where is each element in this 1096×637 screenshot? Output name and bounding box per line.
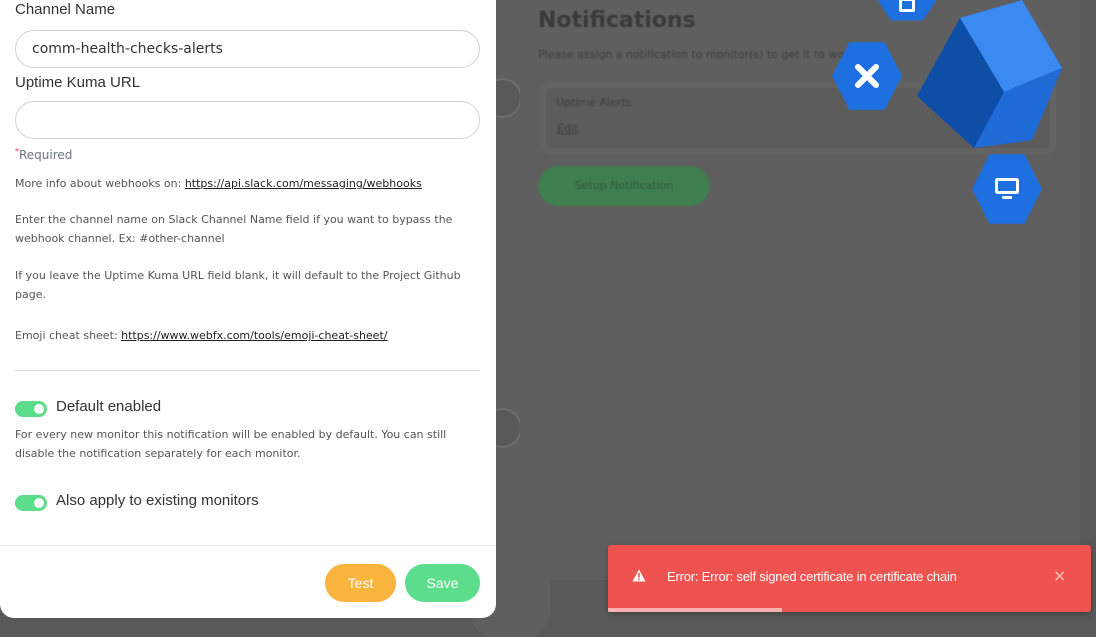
error-toast[interactable]: Error: Error: self signed certificate in… — [608, 545, 1091, 612]
footer-divider — [0, 545, 496, 546]
emoji-cheat-sheet-link[interactable]: https://www.webfx.com/tools/emoji-cheat-… — [121, 329, 387, 342]
channel-name-label: Channel Name — [15, 1, 116, 18]
url-hint-text: If you leave the Uptime Kuma URL field b… — [15, 269, 461, 301]
emoji-info-text: Emoji cheat sheet: — [15, 329, 122, 342]
uptime-kuma-url-label: Uptime Kuma URL — [15, 74, 141, 91]
monitor-icon — [995, 178, 1019, 199]
emoji-info: Emoji cheat sheet: https://www.webfx.com… — [15, 326, 483, 345]
close-icon — [855, 64, 879, 88]
default-enabled-help: For every new monitor this notification … — [15, 428, 447, 460]
uptime-kuma-url-input[interactable] — [15, 101, 480, 139]
background-page-title: Notifications — [538, 8, 696, 33]
required-note: *Required — [15, 147, 72, 162]
warning-icon — [632, 569, 646, 582]
background-edit-link: Edit — [557, 122, 579, 135]
notification-setup-dialog: Channel Name Uptime Kuma URL *Required M… — [0, 0, 496, 618]
webhook-info-text: More info about webhooks on: — [15, 177, 185, 190]
toast-message: Error: Error: self signed certificate in… — [667, 569, 957, 584]
default-enabled-toggle[interactable] — [15, 401, 47, 417]
apply-existing-label: Also apply to existing monitors — [56, 492, 259, 509]
channel-hint-text: Enter the channel name on Slack Channel … — [15, 213, 453, 245]
cube-icon — [917, 0, 1062, 148]
background-setup-notification-button: Setup Notification — [538, 166, 710, 206]
channel-name-input[interactable] — [15, 30, 480, 68]
toast-progress-bar — [608, 608, 782, 612]
section-divider — [15, 370, 480, 371]
required-text: Required — [19, 148, 73, 162]
default-enabled-label: Default enabled — [56, 398, 162, 415]
webhook-info: More info about webhooks on: https://api… — [15, 174, 483, 193]
slack-webhooks-link[interactable]: https://api.slack.com/messaging/webhooks — [185, 177, 422, 190]
background-notification-name: Uptime Alerts — [556, 96, 632, 109]
save-button[interactable]: Save — [405, 564, 480, 602]
apply-existing-toggle[interactable] — [15, 495, 47, 511]
test-button[interactable]: Test — [325, 564, 396, 602]
toast-close-button[interactable]: × — [1053, 566, 1066, 585]
background-description: Please assign a notification to monitor(… — [538, 48, 856, 61]
